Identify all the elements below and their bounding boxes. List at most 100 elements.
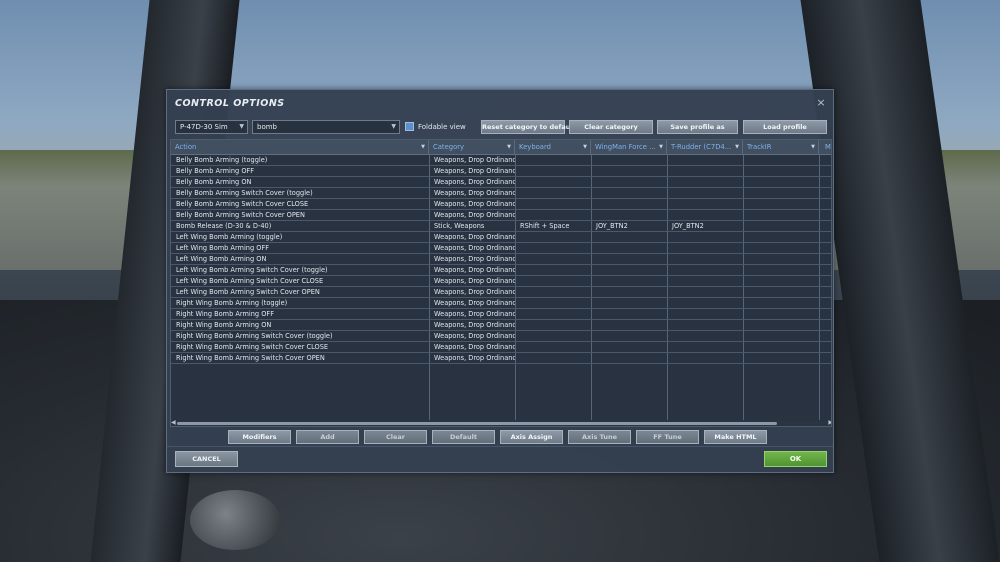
ff-tune-button[interactable]: FF Tune: [636, 430, 699, 444]
t-rudder-cell[interactable]: [667, 254, 743, 265]
t-rudder-cell[interactable]: [667, 342, 743, 353]
table-row[interactable]: Right Wing Bomb Arming Switch Cover OPEN…: [171, 353, 831, 364]
modifiers-button[interactable]: Modifiers: [228, 430, 291, 444]
keyboard-cell[interactable]: [515, 320, 591, 331]
t-rudder-cell[interactable]: [667, 188, 743, 199]
column-header-wingman[interactable]: WingMan Force ... ▼: [591, 140, 667, 155]
t-rudder-cell[interactable]: [667, 287, 743, 298]
action-cell[interactable]: Belly Bomb Arming OFF: [171, 166, 429, 177]
t-rudder-cell[interactable]: [667, 331, 743, 342]
action-cell[interactable]: Belly Bomb Arming (toggle): [171, 155, 429, 166]
cancel-button[interactable]: CANCEL: [175, 451, 238, 467]
wingman-cell[interactable]: [591, 342, 667, 353]
load-profile-button[interactable]: Load profile: [743, 120, 827, 134]
wingman-cell[interactable]: [591, 243, 667, 254]
t-rudder-cell[interactable]: [667, 309, 743, 320]
keyboard-cell[interactable]: [515, 276, 591, 287]
table-row[interactable]: Right Wing Bomb Arming Switch Cover (tog…: [171, 331, 831, 342]
table-row[interactable]: Belly Bomb Arming ON Weapons, Drop Ordina…: [171, 177, 831, 188]
t-rudder-cell[interactable]: [667, 353, 743, 364]
keyboard-cell[interactable]: [515, 353, 591, 364]
wingman-cell[interactable]: [591, 265, 667, 276]
action-cell[interactable]: Right Wing Bomb Arming OFF: [171, 309, 429, 320]
category-cell[interactable]: Weapons, Drop Ordinance: [429, 298, 515, 309]
wingman-cell[interactable]: [591, 232, 667, 243]
keyboard-cell[interactable]: RShift + Space: [515, 221, 591, 232]
column-header-action[interactable]: Action ▼: [171, 140, 429, 155]
search-input[interactable]: bomb ▼: [252, 120, 400, 134]
table-row[interactable]: Belly Bomb Arming Switch Cover CLOSE Weap…: [171, 199, 831, 210]
aircraft-profile-select[interactable]: P-47D-30 Sim ▼: [175, 120, 248, 134]
t-rudder-cell[interactable]: [667, 166, 743, 177]
wingman-cell[interactable]: [591, 276, 667, 287]
category-cell[interactable]: Weapons, Drop Ordinance: [429, 177, 515, 188]
action-cell[interactable]: Bomb Release (D-30 & D-40): [171, 221, 429, 232]
t-rudder-cell[interactable]: [667, 320, 743, 331]
clear-category-button[interactable]: Clear category: [569, 120, 653, 134]
category-cell[interactable]: Weapons, Drop Ordinance: [429, 342, 515, 353]
table-row[interactable]: Right Wing Bomb Arming ON Weapons, Drop O…: [171, 320, 831, 331]
table-row[interactable]: Belly Bomb Arming Switch Cover (toggle) W…: [171, 188, 831, 199]
action-cell[interactable]: Right Wing Bomb Arming (toggle): [171, 298, 429, 309]
category-cell[interactable]: Weapons, Drop Ordinance: [429, 199, 515, 210]
default-button[interactable]: Default: [432, 430, 495, 444]
category-cell[interactable]: Weapons, Drop Ordinance: [429, 320, 515, 331]
table-row[interactable]: Left Wing Bomb Arming Switch Cover (togg…: [171, 265, 831, 276]
action-cell[interactable]: Belly Bomb Arming Switch Cover OPEN: [171, 210, 429, 221]
t-rudder-cell[interactable]: [667, 232, 743, 243]
category-cell[interactable]: Weapons, Drop Ordinance: [429, 166, 515, 177]
category-cell[interactable]: Weapons, Drop Ordinance: [429, 265, 515, 276]
column-header-keyboard[interactable]: Keyboard ▼: [515, 140, 591, 155]
t-rudder-cell[interactable]: [667, 243, 743, 254]
wingman-cell[interactable]: [591, 199, 667, 210]
category-cell[interactable]: Weapons, Drop Ordinance: [429, 353, 515, 364]
action-cell[interactable]: Belly Bomb Arming ON: [171, 177, 429, 188]
keyboard-cell[interactable]: [515, 254, 591, 265]
category-cell[interactable]: Stick, Weapons: [429, 221, 515, 232]
wingman-cell[interactable]: [591, 210, 667, 221]
category-cell[interactable]: Weapons, Drop Ordinance: [429, 188, 515, 199]
horizontal-scrollbar[interactable]: ◀ ▶: [171, 419, 831, 426]
wingman-cell[interactable]: [591, 309, 667, 320]
wingman-cell[interactable]: [591, 177, 667, 188]
table-row[interactable]: Left Wing Bomb Arming OFF Weapons, Drop O…: [171, 243, 831, 254]
category-cell[interactable]: Weapons, Drop Ordinance: [429, 309, 515, 320]
category-cell[interactable]: Weapons, Drop Ordinance: [429, 210, 515, 221]
table-row[interactable]: Right Wing Bomb Arming Switch Cover CLOS…: [171, 342, 831, 353]
table-row[interactable]: Bomb Release (D-30 & D-40) Stick, Weapons…: [171, 221, 831, 232]
wingman-cell[interactable]: [591, 287, 667, 298]
t-rudder-cell[interactable]: [667, 298, 743, 309]
column-header-trackir[interactable]: TrackIR ▼: [743, 140, 819, 155]
keyboard-cell[interactable]: [515, 232, 591, 243]
keyboard-cell[interactable]: [515, 243, 591, 254]
column-header-category[interactable]: Category ▼: [429, 140, 515, 155]
action-cell[interactable]: Right Wing Bomb Arming Switch Cover (tog…: [171, 331, 429, 342]
add-button[interactable]: Add: [296, 430, 359, 444]
keyboard-cell[interactable]: [515, 166, 591, 177]
action-cell[interactable]: Left Wing Bomb Arming Switch Cover (togg…: [171, 265, 429, 276]
t-rudder-cell[interactable]: [667, 276, 743, 287]
table-row[interactable]: Belly Bomb Arming OFF Weapons, Drop Ordin…: [171, 166, 831, 177]
wingman-cell[interactable]: [591, 254, 667, 265]
keyboard-cell[interactable]: [515, 342, 591, 353]
keyboard-cell[interactable]: [515, 188, 591, 199]
wingman-cell[interactable]: [591, 320, 667, 331]
table-row[interactable]: Left Wing Bomb Arming Switch Cover CLOSE…: [171, 276, 831, 287]
reset-category-button[interactable]: Reset category to default: [481, 120, 576, 134]
keyboard-cell[interactable]: [515, 287, 591, 298]
action-cell[interactable]: Right Wing Bomb Arming ON: [171, 320, 429, 331]
category-cell[interactable]: Weapons, Drop Ordinance: [429, 155, 515, 166]
t-rudder-cell[interactable]: [667, 199, 743, 210]
t-rudder-cell[interactable]: [667, 177, 743, 188]
action-cell[interactable]: Left Wing Bomb Arming Switch Cover CLOSE: [171, 276, 429, 287]
wingman-cell[interactable]: [591, 298, 667, 309]
category-cell[interactable]: Weapons, Drop Ordinance: [429, 276, 515, 287]
keyboard-cell[interactable]: [515, 309, 591, 320]
wingman-cell[interactable]: [591, 166, 667, 177]
keyboard-cell[interactable]: [515, 199, 591, 210]
keyboard-cell[interactable]: [515, 177, 591, 188]
table-row[interactable]: Left Wing Bomb Arming Switch Cover OPEN W…: [171, 287, 831, 298]
close-icon[interactable]: ×: [815, 97, 827, 109]
keyboard-cell[interactable]: [515, 265, 591, 276]
clear-button[interactable]: Clear: [364, 430, 427, 444]
